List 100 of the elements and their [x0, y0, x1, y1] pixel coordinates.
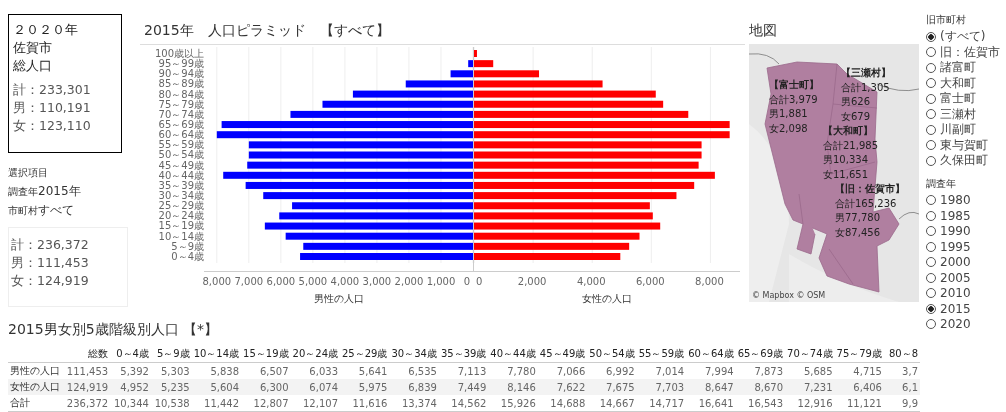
age-label: 25～29歳 — [157, 201, 204, 212]
axis-tick-label: 4,000 — [330, 276, 360, 287]
region-figure: 女679 — [841, 109, 871, 124]
table-cell: 5,303 — [150, 362, 192, 379]
column-header: 40～44歳 — [488, 346, 538, 363]
radio-option[interactable]: 大和町 — [926, 75, 976, 91]
column-header: 25～29歳 — [340, 346, 390, 363]
column-header: 75～79歳 — [834, 346, 884, 363]
column-header: 35～39歳 — [438, 346, 489, 363]
axis-tick-label: 6,000 — [636, 276, 665, 287]
table-cell: 14,717 — [636, 395, 687, 412]
table-cell: 5,235 — [150, 379, 192, 395]
age-label: 5～9歳 — [170, 241, 204, 252]
radio-option[interactable]: 旧：佐賀市 — [926, 44, 1000, 60]
table-cell: 5,685 — [785, 362, 835, 379]
axis-tick-label: 7,000 — [234, 276, 264, 287]
column-header: 10～14歳 — [191, 346, 242, 363]
axis-title: 女性の人口 — [580, 292, 633, 306]
region-figure: 女2,098 — [769, 121, 808, 136]
age-label: 90～94歳 — [157, 69, 204, 80]
radio-option[interactable]: 1995 — [926, 239, 971, 255]
age-label: 85～89歳 — [157, 79, 204, 90]
column-header: 0～4歳 — [110, 346, 151, 363]
age-label: 20～24歳 — [157, 211, 204, 222]
table-cell: 7,994 — [686, 362, 736, 379]
region-figure: 男1,881 — [769, 107, 808, 121]
age-label: 10～14歳 — [157, 231, 204, 242]
region-figure: 男626 — [841, 95, 871, 109]
population-figure: 女：123,110 — [13, 117, 92, 135]
table-cell: 7,675 — [587, 379, 637, 395]
table-cell: 11,121 — [834, 395, 884, 412]
axis-tick-label: 8,000 — [202, 276, 232, 287]
column-header: 30～34歳 — [389, 346, 439, 363]
table-cell: 7,780 — [488, 362, 538, 379]
region-name: 【富士町】 — [769, 78, 819, 92]
axis-tick-label: 3,000 — [362, 276, 392, 287]
table-cell: 7,449 — [438, 379, 489, 395]
age-label: 40～44歳 — [157, 170, 204, 181]
table-cell: 8,670 — [735, 379, 786, 395]
radio-option[interactable]: (すべて) — [926, 29, 986, 45]
age-label: 70～74歳 — [157, 109, 204, 120]
table-cell: 10,344 — [110, 395, 151, 412]
table-cell: 12,807 — [241, 395, 291, 412]
municipality-label: 市町村 — [8, 205, 38, 216]
radio-option[interactable]: 東与賀町 — [926, 137, 988, 153]
radio-option[interactable]: 2010 — [926, 285, 971, 301]
table-cell: 16,543 — [735, 395, 786, 412]
radio-option[interactable]: 2000 — [926, 254, 971, 270]
table-cell: 7,066 — [537, 362, 588, 379]
table-cell: 6,300 — [241, 379, 291, 395]
table-cell: 236,372 — [64, 395, 111, 412]
chart-title: 2015年 人口ピラミッド 【すべて】 — [143, 21, 391, 40]
region-figure: 男10,334 — [823, 153, 868, 167]
radio-option[interactable]: 2005 — [926, 270, 971, 286]
radio-option[interactable]: 2020 — [926, 316, 971, 332]
age-label: 55～59歳 — [157, 140, 204, 151]
table-cell: 5,641 — [340, 362, 390, 379]
table-cell: 11,442 — [191, 395, 242, 412]
table-cell: 7,622 — [537, 379, 588, 395]
radio-option[interactable]: 1985 — [926, 208, 971, 224]
table-cell: 124,919 — [64, 379, 111, 395]
axis-tick-label: 8,000 — [695, 276, 724, 287]
column-header: 45～49歳 — [537, 346, 588, 363]
age-label: 80～84歳 — [157, 89, 204, 100]
row-header: 男性の人口 — [8, 362, 65, 379]
population-figure: 男：111,453 — [11, 254, 90, 272]
summary-heading: 総人口 — [13, 57, 53, 75]
table-cell: 15,926 — [488, 395, 538, 412]
table-cell: 9,9 — [884, 395, 920, 412]
population-figure: 計：236,372 — [11, 236, 90, 254]
radio-option[interactable]: 久保田町 — [926, 153, 988, 169]
axis-tick-label: 4,000 — [576, 276, 606, 287]
radio-option[interactable]: 諸富町 — [926, 60, 976, 76]
age-label: 75～79歳 — [157, 99, 204, 110]
population-figure: 計：233,301 — [13, 81, 92, 99]
column-header: 80～8 — [884, 346, 920, 363]
table-cell: 5,604 — [191, 379, 242, 395]
filter-title: 旧市町村 — [926, 13, 967, 27]
radio-option[interactable]: 富士町 — [926, 91, 976, 107]
radio-option[interactable]: 三瀬村 — [926, 106, 976, 122]
radio-option[interactable]: 川副町 — [926, 122, 976, 138]
axis-tick-label: 2,000 — [394, 276, 424, 287]
table-cell: 3,7 — [884, 362, 920, 379]
column-header: 60～64歳 — [686, 346, 736, 363]
radio-option[interactable]: 1990 — [926, 223, 971, 239]
table-cell: 6,1 — [884, 379, 920, 395]
region-figure: 女11,651 — [823, 167, 868, 182]
table-cell: 14,688 — [537, 395, 588, 412]
filter-title: 調査年 — [926, 176, 957, 191]
axis-tick-label: 5,000 — [298, 276, 328, 287]
table-cell: 7,703 — [636, 379, 687, 395]
radio-option[interactable]: 2015 — [926, 301, 971, 317]
table-cell: 5,838 — [191, 362, 242, 379]
axis-tick-label: 0 — [463, 276, 470, 287]
table-cell: 7,231 — [785, 379, 835, 395]
column-header: 65～69歳 — [735, 346, 786, 363]
summary-heading: 佐賀市 — [13, 39, 53, 57]
radio-option[interactable]: 1980 — [926, 192, 971, 208]
column-header: 70～74歳 — [785, 346, 835, 363]
population-figure: 男：110,191 — [13, 99, 92, 117]
